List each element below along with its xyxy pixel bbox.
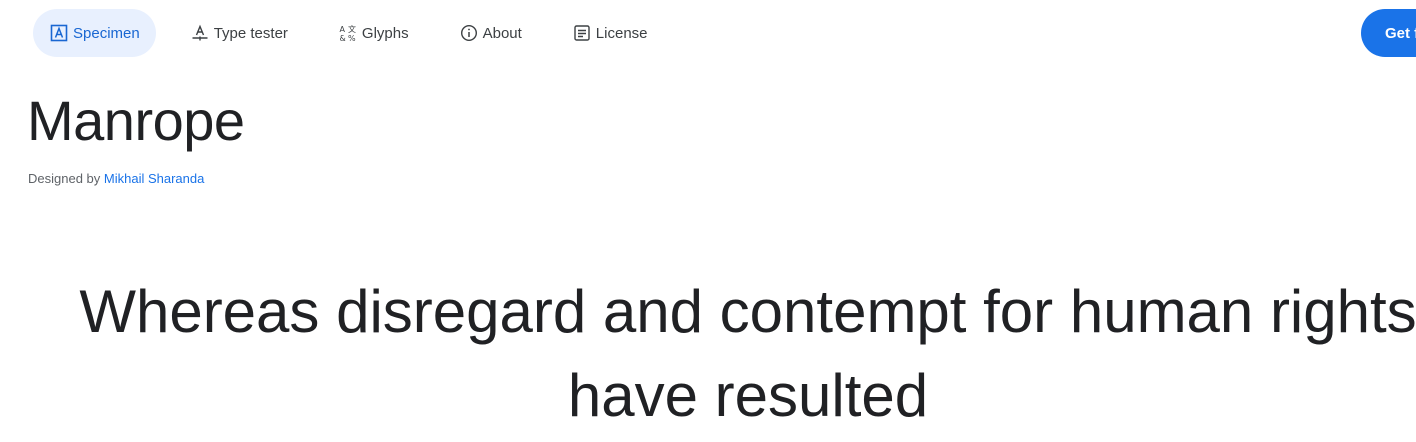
tab-label: License xyxy=(595,24,648,42)
specimen-icon xyxy=(50,24,68,42)
license-icon xyxy=(573,24,591,42)
top-navigation-bar: Specimen Type tester A 文 & % Glyphs Abou… xyxy=(0,0,1416,66)
svg-text:&: & xyxy=(339,34,345,42)
info-icon xyxy=(460,24,478,42)
tab-label: About xyxy=(482,24,522,42)
svg-text:%: % xyxy=(348,34,356,42)
font-family-title: Manrope xyxy=(27,89,245,152)
specimen-text: Whereas disregard and contempt for human… xyxy=(0,270,1416,438)
designer-prefix: Designed by xyxy=(28,171,101,186)
tab-specimen[interactable]: Specimen xyxy=(33,9,156,57)
get-font-button[interactable]: Get f xyxy=(1361,9,1416,57)
type-tester-icon xyxy=(191,24,209,42)
tab-license[interactable]: License xyxy=(556,9,664,57)
tab-glyphs[interactable]: A 文 & % Glyphs xyxy=(322,9,425,57)
tab-label: Glyphs xyxy=(361,24,409,42)
designer-link[interactable]: Mikhail Sharanda xyxy=(104,171,204,186)
tab-label: Specimen xyxy=(73,24,140,42)
tab-label: Type tester xyxy=(213,24,288,42)
tab-type-tester[interactable]: Type tester xyxy=(174,9,304,57)
get-font-button-label: Get f xyxy=(1385,24,1416,42)
svg-text:A: A xyxy=(339,25,345,34)
designer-credit: Designed by Mikhail Sharanda xyxy=(28,171,204,186)
tab-list: Specimen Type tester A 文 & % Glyphs Abou… xyxy=(33,9,682,57)
svg-text:文: 文 xyxy=(348,24,356,34)
tab-about[interactable]: About xyxy=(443,9,538,57)
specimen-line-1: Whereas disregard and contempt for human… xyxy=(79,278,1416,345)
glyphs-icon: A 文 & % xyxy=(339,24,357,42)
specimen-line-2: have resulted xyxy=(567,362,929,429)
